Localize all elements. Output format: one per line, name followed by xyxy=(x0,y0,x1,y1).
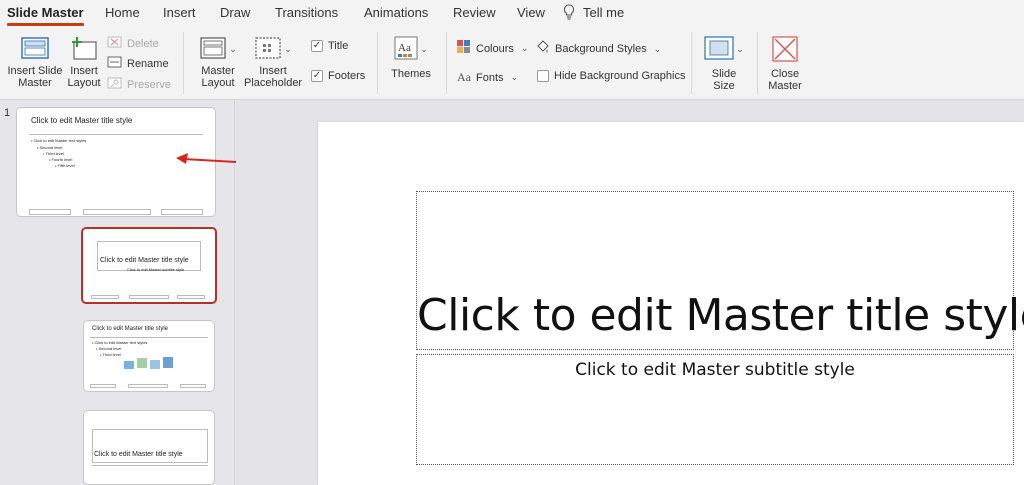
colours-dropdown[interactable]: Colours ⌄ xyxy=(457,40,528,57)
title-divider xyxy=(90,337,208,338)
checkmark-icon[interactable]: ✓ xyxy=(311,40,323,52)
close-master-button[interactable]: Close Master xyxy=(764,36,806,92)
chevron-down-icon[interactable]: ⌄ xyxy=(284,43,292,55)
title-divider xyxy=(29,134,203,135)
insert-slide-master-button[interactable]: Insert Slide Master xyxy=(6,36,64,89)
tab-tell-me[interactable]: Tell me xyxy=(583,5,624,20)
footer-number-box xyxy=(177,295,205,299)
footer-number-box xyxy=(180,384,206,388)
footer-text-box xyxy=(128,384,168,388)
footer-date-box xyxy=(90,384,116,388)
footers-checkbox[interactable]: ✓ Footers xyxy=(311,70,365,82)
tab-draw[interactable]: Draw xyxy=(220,5,250,20)
checkbox-unchecked[interactable] xyxy=(537,70,549,82)
footer-text-box xyxy=(129,295,169,299)
themes-button[interactable]: Aa ⌄ Themes xyxy=(387,36,435,80)
ribbon-separator xyxy=(377,32,378,94)
title-placeholder[interactable]: Click to edit Master title style xyxy=(416,191,1024,350)
background-styles-dropdown[interactable]: Background Styles ⌄ xyxy=(535,40,661,58)
colour-palette-icon xyxy=(457,40,471,57)
master-layout-button[interactable]: ⌄ Master Layout xyxy=(194,36,242,89)
ribbon-separator xyxy=(691,32,692,94)
svg-text:Aa: Aa xyxy=(398,42,411,54)
section-header-layout-thumbnail[interactable]: Click to edit Master title style xyxy=(83,410,215,485)
insert-layout-button[interactable]: Insert Layout xyxy=(66,36,102,89)
content-placeholder-icons xyxy=(124,355,174,378)
slide-master-icon xyxy=(20,36,50,62)
delete-button[interactable]: Delete xyxy=(107,36,159,51)
footer-date-box xyxy=(29,209,71,215)
background-styles-icon xyxy=(535,40,550,58)
title-content-layout-thumbnail[interactable]: Click to edit Master title style • Click… xyxy=(83,320,215,392)
ribbon-separator xyxy=(446,32,447,94)
chevron-down-icon: ⌄ xyxy=(520,43,529,53)
rename-icon xyxy=(107,56,122,71)
ribbon-separator xyxy=(183,32,184,94)
tab-home[interactable]: Home xyxy=(105,5,140,20)
checkmark-icon[interactable]: ✓ xyxy=(311,70,323,82)
active-tab-underline xyxy=(7,23,84,26)
tab-transitions[interactable]: Transitions xyxy=(275,5,338,20)
master-layout-icon xyxy=(199,36,227,63)
tab-review[interactable]: Review xyxy=(453,5,496,20)
chevron-down-icon[interactable]: ⌄ xyxy=(736,43,744,55)
fonts-dropdown[interactable]: Aa Fonts ⌄ xyxy=(457,70,518,85)
slide-number: 1 xyxy=(4,107,11,119)
insert-layout-icon xyxy=(69,36,99,62)
preserve-pin-icon xyxy=(107,77,122,92)
ribbon-toolbar: Insert Slide Master Insert Layout Delete… xyxy=(0,28,1024,100)
slide-title-text: Click to edit Master title style xyxy=(417,290,1024,341)
slide-editor[interactable]: Click to edit Master title style Click t… xyxy=(318,122,1024,485)
insert-placeholder-button[interactable]: ⌄ Insert Placeholder xyxy=(244,36,302,89)
slide-size-icon xyxy=(704,35,734,63)
chevron-down-icon: ⌄ xyxy=(653,43,662,54)
slide-size-button[interactable]: ⌄ Slide Size xyxy=(700,35,748,92)
hide-background-graphics-checkbox[interactable]: Hide Background Graphics xyxy=(537,70,685,82)
title-layout-thumbnail[interactable]: Click to edit Master title style Click t… xyxy=(81,227,217,304)
chevron-down-icon: ⌄ xyxy=(510,72,519,82)
tab-insert[interactable]: Insert xyxy=(163,5,196,20)
tab-animations[interactable]: Animations xyxy=(364,5,428,20)
tab-view[interactable]: View xyxy=(517,5,545,20)
slide-subtitle-text: Click to edit Master subtitle style xyxy=(575,360,855,380)
fonts-icon: Aa xyxy=(457,70,471,84)
delete-slide-icon xyxy=(107,36,122,51)
ribbon-tab-bar: Slide Master Home Insert Draw Transition… xyxy=(0,0,1024,28)
ribbon-separator xyxy=(757,32,758,94)
footer-text-box xyxy=(83,209,151,215)
rename-button[interactable]: Rename xyxy=(107,56,169,71)
footer-date-box xyxy=(91,295,119,299)
title-checkbox[interactable]: ✓ Title xyxy=(311,40,348,52)
lightbulb-icon[interactable] xyxy=(563,4,575,25)
tab-slide-master[interactable]: Slide Master xyxy=(7,5,84,20)
title-divider xyxy=(92,465,208,466)
chevron-down-icon[interactable]: ⌄ xyxy=(229,43,237,55)
placeholder-icon xyxy=(254,36,282,63)
subtitle-placeholder[interactable]: Click to edit Master subtitle style xyxy=(416,354,1014,465)
chevron-down-icon[interactable]: ⌄ xyxy=(420,43,428,55)
preserve-button[interactable]: Preserve xyxy=(107,77,171,92)
footer-number-box xyxy=(161,209,203,215)
close-master-icon xyxy=(771,36,799,62)
themes-icon: Aa xyxy=(394,36,418,63)
